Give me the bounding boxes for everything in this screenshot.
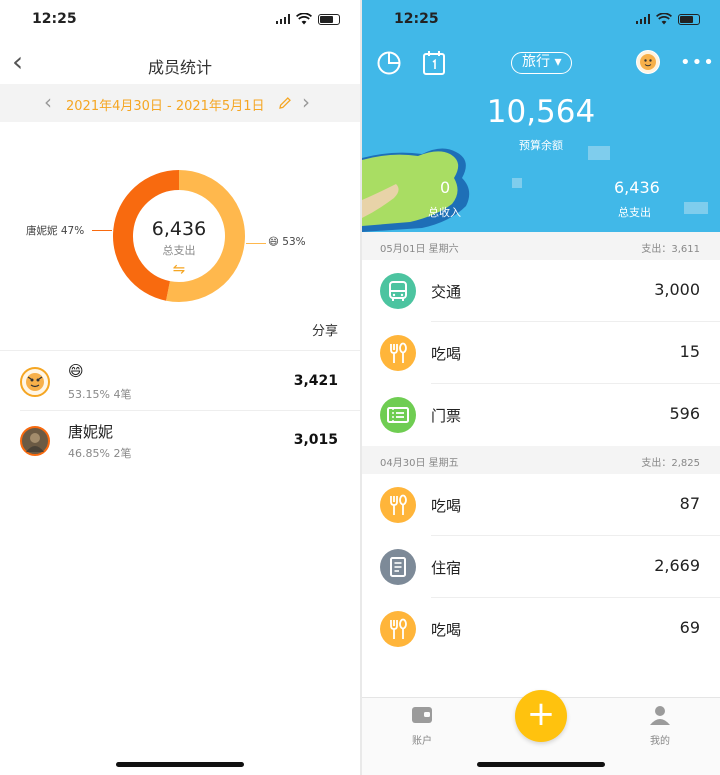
budget-balance-label: 预算余额 [519,139,563,152]
header-toolbar: 旅行 ▾ ••• [362,50,720,78]
day-summary: 支出：2,825 [641,458,700,469]
transaction-amount: 15 [679,342,700,361]
total-expense: 6,436 [614,178,660,197]
status-icons [275,13,340,25]
signal-icon [275,14,290,24]
total-expense-label: 总支出 [618,206,651,219]
user-avatar-icon[interactable] [636,50,660,74]
fork-spoon-icon [380,611,416,647]
member-meta: 53.15% 4笔 [68,388,132,401]
wifi-icon [656,13,672,25]
tab-account-label: 账户 [412,736,432,747]
day-header: 04月30日 星期五 支出：2,825 [362,446,720,474]
date-range-bar: ‹ 2021年4月30日 - 2021年5月1日 › [0,84,360,122]
transaction-amount: 3,000 [654,280,700,299]
wifi-icon [296,13,312,25]
transaction-amount: 596 [669,404,700,423]
tiger-avatar-icon [20,367,50,397]
nav-bar: ‹ 成员统计 [0,44,360,84]
person-icon [650,706,670,725]
status-bar: 12:25 [362,0,720,40]
category-name: 门票 [431,407,462,425]
tab-mine-label: 我的 [650,736,670,747]
home-indicator [116,762,244,767]
edit-pencil-icon[interactable] [278,96,292,110]
transaction-row[interactable]: 住宿 2,669 [362,536,720,598]
prev-period-chevron-icon[interactable]: ‹ [44,90,52,114]
member-name: 😄 [68,362,84,380]
transaction-row[interactable]: 吃喝 15 [362,322,720,384]
battery-icon [318,13,340,25]
category-name: 交通 [431,283,462,301]
slice-label-smile: 😄 53% [268,236,306,248]
switch-icon[interactable]: ⇋ [111,260,247,278]
category-name: 吃喝 [431,345,462,363]
member-stats-screen: 12:25 ‹ 成员统计 ‹ 2021年4月30日 - 2021年5月1日 › … [0,0,360,775]
fork-spoon-icon [380,335,416,371]
category-name: 吃喝 [431,497,462,515]
day-date: 05月01日 星期六 [380,244,459,255]
signal-icon [635,14,650,24]
leader-line-0 [246,243,266,244]
wallet-icon [412,707,432,723]
status-icons [635,13,700,25]
day-header: 05月01日 星期六 支出：3,611 [362,232,720,260]
photo-avatar-icon [20,426,50,456]
fork-spoon-icon [380,487,416,523]
page-title: 成员统计 [147,58,212,77]
slice-label-tangnini: 唐妮妮 47% [26,225,85,237]
ticket-icon [380,397,416,433]
divider [0,350,360,351]
budget-balance: 10,564 [486,94,596,130]
tab-account[interactable]: 账户 [402,704,442,747]
book-selector[interactable]: 旅行 ▾ [511,52,573,74]
next-period-chevron-icon[interactable]: › [302,90,310,114]
member-name: 唐妮妮 [68,423,114,441]
status-bar: 12:25 [0,0,360,40]
add-record-button[interactable]: + [515,690,567,742]
hotel-icon [380,549,416,585]
date-range-text[interactable]: 2021年4月30日 - 2021年5月1日 [66,95,264,114]
total-income: 0 [440,178,451,197]
transaction-amount: 69 [679,618,700,637]
home-indicator [477,762,605,767]
status-time: 12:25 [32,11,77,27]
tab-mine[interactable]: 我的 [640,704,680,747]
share-button[interactable]: 分享 [312,320,338,339]
transaction-row[interactable]: 吃喝 87 [362,474,720,536]
status-time: 12:25 [394,11,439,27]
member-donut-chart: 6,436 总支出 ⇋ [111,168,247,304]
category-name: 吃喝 [431,621,462,639]
calendar-icon[interactable] [422,50,446,76]
ledger-header: 12:25 旅行 ▾ ••• 10,564 预算余额 0 总收入 6,436 总… [362,0,720,232]
day-summary: 支出：3,611 [641,244,700,255]
transaction-row[interactable]: 交通 3,000 [362,260,720,322]
total-expense-label: 总支出 [162,244,196,257]
transaction-row[interactable]: 门票 596 [362,384,720,446]
transaction-row[interactable]: 吃喝 69 [362,598,720,660]
donut-center: 6,436 总支出 ⇋ [111,218,247,278]
category-name: 住宿 [431,559,462,577]
member-amount: 3,015 [293,432,338,448]
pie-chart-icon[interactable] [376,50,402,76]
total-expense: 6,436 [151,218,207,240]
member-row[interactable]: 😄 53.15% 4笔 3,421 [0,352,360,410]
total-income-label: 总收入 [428,206,461,219]
bus-icon [380,273,416,309]
day-date: 04月30日 星期五 [380,458,459,469]
member-row[interactable]: 唐妮妮 46.85% 2笔 3,015 [0,411,360,469]
battery-icon [678,13,700,25]
member-meta: 46.85% 2笔 [68,447,132,460]
more-icon[interactable]: ••• [680,52,715,73]
transaction-amount: 87 [679,494,700,513]
ledger-screen: 12:25 旅行 ▾ ••• 10,564 预算余额 0 总收入 6,436 总… [362,0,720,775]
member-amount: 3,421 [293,373,338,389]
leader-line-1 [92,230,112,231]
transaction-amount: 2,669 [654,556,700,575]
